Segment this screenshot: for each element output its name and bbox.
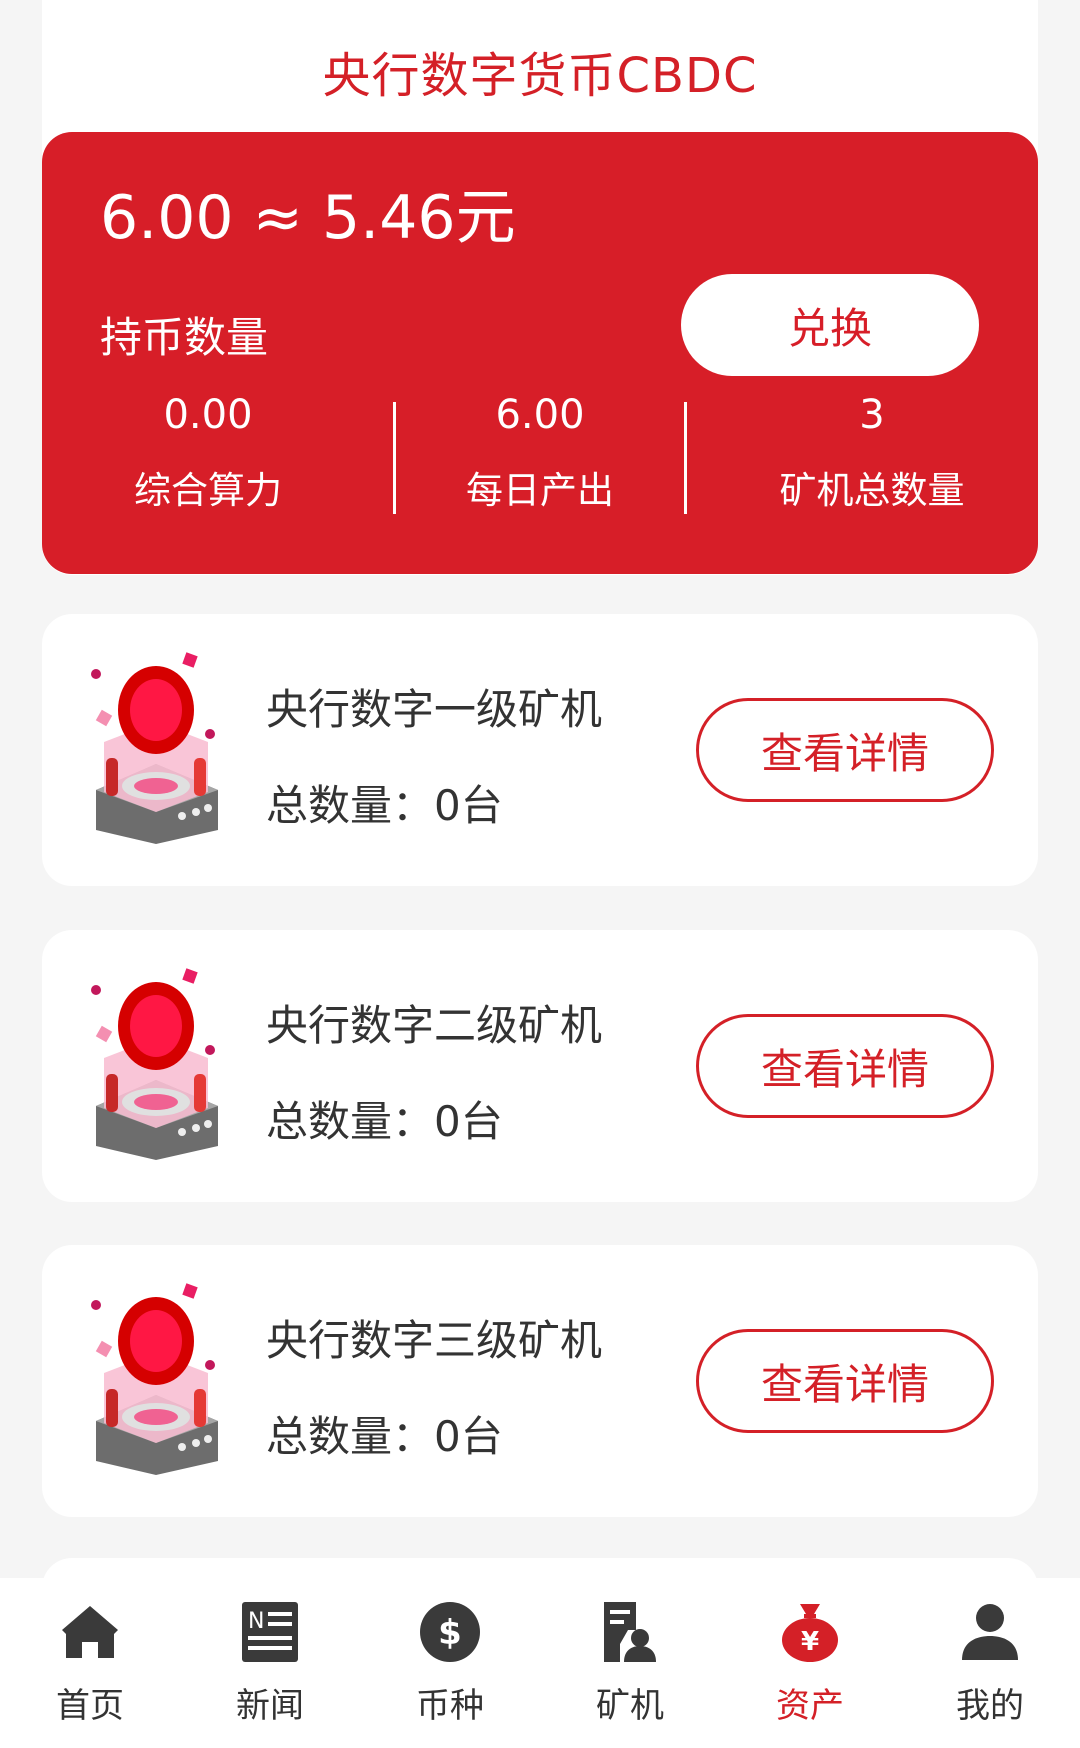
summary-panel: 6.00 ≈ 5.46元 持币数量 兑换 0.00 综合算力 6.00 每日产出…	[42, 132, 1038, 574]
miner-count: 总数量：0台	[266, 781, 503, 830]
bottom-nav: 首页 N 新闻 $ 币种 矿机 ¥ 资产 我的	[0, 1578, 1080, 1748]
miner-icon	[604, 1602, 656, 1662]
nav-miner[interactable]: 矿机	[540, 1578, 720, 1748]
stat-divider	[393, 402, 396, 514]
home-icon	[62, 1606, 118, 1658]
stat-label: 综合算力	[134, 469, 282, 512]
miner-name: 央行数字三级矿机	[266, 1316, 603, 1365]
miner-card-level-3: 央行数字三级矿机 总数量：0台 查看详情	[42, 1245, 1038, 1517]
news-icon: N	[242, 1602, 298, 1662]
nav-news[interactable]: N 新闻	[180, 1578, 360, 1748]
nav-label: 首页	[56, 1686, 124, 1726]
svg-text:N: N	[248, 1609, 264, 1634]
miner-machine-icon	[91, 1283, 218, 1475]
stat-value: 3	[859, 392, 885, 438]
svg-text:$: $	[438, 1613, 462, 1653]
miner-card-level-2: 央行数字二级矿机 总数量：0台 查看详情	[42, 930, 1038, 1202]
money-bag-icon: ¥	[782, 1604, 838, 1662]
miner-machine-icon	[91, 968, 218, 1160]
view-details-button[interactable]: 查看详情	[696, 1329, 994, 1433]
miner-machine-icon	[91, 652, 218, 844]
miner-card-level-1: 央行数字一级矿机 总数量：0台 查看详情	[42, 614, 1038, 886]
dollar-coin-icon: $	[420, 1602, 480, 1662]
page-title: 央行数字货币CBDC	[322, 48, 758, 104]
exchange-button[interactable]: 兑换	[681, 274, 979, 376]
nav-assets[interactable]: ¥ 资产	[720, 1578, 900, 1748]
stats-row: 0.00 综合算力 6.00 每日产出 3 矿机总数量	[42, 390, 1038, 512]
stat-divider	[684, 402, 687, 514]
nav-currency[interactable]: $ 币种	[360, 1578, 540, 1748]
stat-value: 0.00	[163, 392, 253, 438]
stat-hashrate: 0.00 综合算力	[42, 390, 374, 512]
view-details-button[interactable]: 查看详情	[696, 1014, 994, 1118]
nav-label: 资产	[776, 1686, 844, 1726]
user-icon	[962, 1604, 1018, 1660]
nav-label: 矿机	[596, 1686, 664, 1726]
assets-page: 央行数字货币CBDC 6.00 ≈ 5.46元 持币数量 兑换 0.00 综合算…	[0, 0, 1080, 1748]
nav-label: 新闻	[236, 1686, 304, 1726]
miner-count: 总数量：0台	[266, 1412, 503, 1461]
stat-miner-total: 3 矿机总数量	[706, 390, 1038, 512]
nav-mine[interactable]: 我的	[900, 1578, 1080, 1748]
view-details-button[interactable]: 查看详情	[696, 698, 994, 802]
svg-text:¥: ¥	[801, 1627, 819, 1657]
miner-name: 央行数字二级矿机	[266, 1001, 603, 1050]
stat-label: 每日产出	[466, 469, 614, 512]
stat-label: 矿机总数量	[779, 469, 965, 512]
nav-label: 币种	[416, 1686, 484, 1726]
nav-label: 我的	[956, 1686, 1024, 1726]
miner-count: 总数量：0台	[266, 1097, 503, 1146]
miner-name: 央行数字一级矿机	[266, 685, 603, 734]
stat-daily-output: 6.00 每日产出	[374, 390, 706, 512]
holding-label: 持币数量	[100, 313, 269, 362]
nav-home[interactable]: 首页	[0, 1578, 180, 1748]
stat-value: 6.00	[495, 392, 585, 438]
balance-text: 6.00 ≈ 5.46元	[100, 183, 516, 253]
